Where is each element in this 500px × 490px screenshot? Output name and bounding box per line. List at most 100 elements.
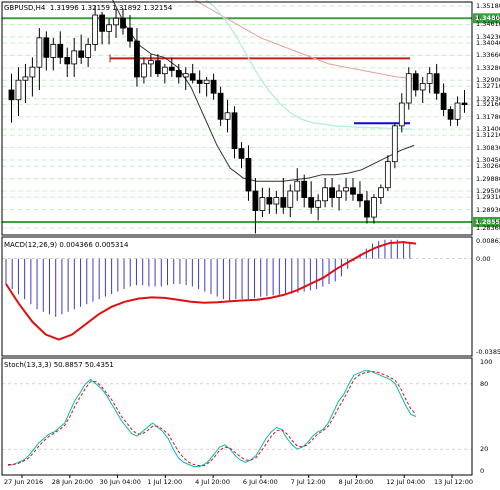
candle-body <box>266 197 273 205</box>
price-tick-label: 1.28930 <box>476 205 500 214</box>
candle-body <box>64 56 71 65</box>
price-tick-label: 1.30830 <box>476 143 500 152</box>
candle-body <box>203 79 210 84</box>
candle-body <box>364 200 370 218</box>
chart-symbol-label: GBPUSD,H4 1.31996 1.32159 1.31892 1.3215… <box>4 4 172 12</box>
chart-window: GBPUSD,H4 1.31996 1.32159 1.31892 1.3215… <box>0 0 500 490</box>
candle-body <box>273 197 280 205</box>
price-tick-label: 1.32710 <box>476 82 500 91</box>
candle-body <box>154 60 161 75</box>
candle-body <box>377 187 384 198</box>
candle-body <box>398 102 405 127</box>
stoch-main-line <box>7 370 417 468</box>
moving-average-fast <box>204 0 413 130</box>
candle-body <box>412 73 419 91</box>
candle-body <box>238 148 245 159</box>
time-tick-label: 27 Jun 2016 <box>4 478 44 486</box>
time-tick-label: 13 Jul 12:00 <box>434 478 473 486</box>
level-price-tag-text: 1.34800 <box>475 14 500 23</box>
candle-body <box>50 43 57 58</box>
candle-body <box>343 187 349 192</box>
candle-body <box>433 73 440 94</box>
level-price-tag-text: 1.28550 <box>475 217 500 226</box>
macd-panel <box>2 239 472 341</box>
candle-body <box>336 190 342 198</box>
candle-body <box>106 24 112 32</box>
candle-body <box>280 197 287 208</box>
price-tick-label: 1.29310 <box>476 193 500 202</box>
candle-body <box>252 190 259 211</box>
price-tick-label: 1.31780 <box>476 112 500 121</box>
price-tick-label: 1.30260 <box>476 162 500 171</box>
symbol-text: GBPUSD,H4 <box>4 4 46 12</box>
candle-body <box>120 17 126 29</box>
horizontal-levels[interactable] <box>2 13 500 227</box>
candle-body <box>36 37 43 68</box>
candle-body <box>329 187 335 198</box>
time-tick-label: 8 Jul 20:00 <box>338 478 374 486</box>
candle-body <box>461 102 468 106</box>
time-tick-label: 12 Jul 04:00 <box>386 478 426 486</box>
candle-body <box>147 60 154 65</box>
candle-body <box>29 66 36 78</box>
panel-border <box>1 236 473 357</box>
candle-body <box>141 63 147 78</box>
candle-body <box>189 73 196 81</box>
candle-body <box>447 109 454 120</box>
candle-body <box>405 73 412 104</box>
stoch-title: Stoch(13,3,3) 50.8857 50.4351 <box>4 361 114 369</box>
time-tick-label: 28 Jun 20:00 <box>51 478 94 486</box>
price-tick-label: 1.29880 <box>476 174 500 183</box>
stoch-tick-label: 100 <box>480 358 493 366</box>
candle-body <box>113 17 119 26</box>
candle-body <box>71 50 78 65</box>
macd-tick-label: 0.00 <box>476 254 491 263</box>
candle-body <box>245 158 252 192</box>
candle-body <box>350 187 356 195</box>
moving-average-mid <box>112 0 415 182</box>
time-tick-label: 7 Jul 12:00 <box>290 478 326 486</box>
candle-body <box>43 37 50 58</box>
candle-body <box>440 92 447 110</box>
candle-body <box>287 190 294 208</box>
ohlc-text: 1.31996 1.32159 1.31892 1.32154 <box>49 4 173 12</box>
candle-body <box>301 180 308 198</box>
macd-title: MACD(12,26,9) 0.004366 0.005314 <box>4 241 129 249</box>
candle-body <box>78 50 85 58</box>
price-tick-label: 1.33660 <box>476 51 500 60</box>
time-tick-label: 1 Jul 12:00 <box>147 478 183 486</box>
candle-body <box>99 14 105 32</box>
candle-body <box>259 197 266 211</box>
price-tick-label: 1.35180 <box>476 1 500 10</box>
candle-body <box>384 161 391 189</box>
candle-body <box>231 112 238 150</box>
candle-body <box>308 197 315 208</box>
candle-body <box>92 14 99 45</box>
candle-body <box>196 79 203 84</box>
candle-body <box>8 89 15 101</box>
candle-body <box>224 112 231 120</box>
candle-body <box>419 83 426 91</box>
candle-body <box>22 76 29 81</box>
candle-body <box>294 180 301 192</box>
candle-body <box>357 193 363 202</box>
candle-body <box>454 102 461 120</box>
stoch-panel <box>2 370 472 468</box>
price-tick-label: 1.34040 <box>476 39 500 48</box>
candle-body <box>217 92 224 120</box>
time-tick-label: 30 Jun 04:00 <box>99 478 141 486</box>
candle-body <box>127 27 133 42</box>
candle-body <box>161 66 168 75</box>
candle-body <box>391 125 398 163</box>
candle-body <box>315 200 322 208</box>
price-tick-label: 1.32160 <box>476 100 500 109</box>
candle-body <box>322 187 329 202</box>
macd-tick-label: -0.038525 <box>476 348 500 356</box>
stoch-tick-label: 0 <box>480 467 485 475</box>
candle-body <box>182 73 189 78</box>
candle-body <box>210 79 217 94</box>
time-tick-label: 4 Jul 20:00 <box>195 478 230 486</box>
candle-body <box>175 70 182 78</box>
macd-tick-label: 0.008637 <box>476 237 500 245</box>
candle-body <box>134 40 140 78</box>
